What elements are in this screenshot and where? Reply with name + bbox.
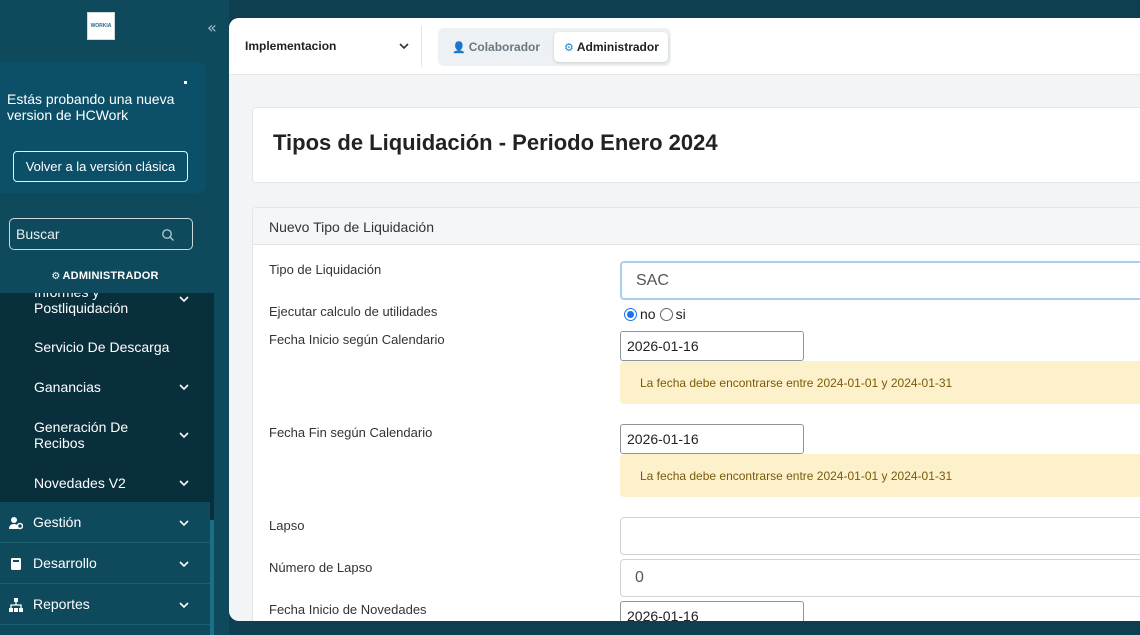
fecha-novedades-label: Fecha Inicio de Novedades — [269, 602, 427, 617]
fecha-novedades-input[interactable]: 2026-01-16 — [620, 601, 804, 621]
gear-icon: ⚙ — [51, 271, 61, 282]
form-title: Nuevo Tipo de Liquidación — [269, 219, 435, 235]
user-icon: 👤 — [452, 40, 466, 54]
chevron-down-icon[interactable] — [178, 517, 190, 529]
new-version-notice: Estás probando una nueva version de HCWo… — [0, 62, 206, 193]
tipo-liquidacion-select[interactable]: SAC — [620, 261, 1140, 300]
numero-lapso-label: Número de Lapso — [269, 560, 373, 575]
lapso-label: Lapso — [269, 518, 305, 533]
environment-select[interactable]: Implementacion — [245, 39, 336, 53]
classic-version-button[interactable]: Volver a la versión clásica — [13, 151, 188, 182]
fecha-inicio-warning: La fecha debe encontrarse entre 2024-01-… — [620, 361, 1140, 404]
sidebar: WORKIA « Estás probando una nueva versio… — [0, 0, 229, 635]
numero-lapso-input[interactable]: 0 — [620, 559, 1140, 597]
radio-no[interactable] — [624, 307, 637, 321]
fecha-inicio-input[interactable]: 2026-01-16 — [620, 331, 804, 361]
tipo-label: Tipo de Liquidación — [269, 262, 382, 277]
submenu-item-label: Informes y Postliquidación — [34, 293, 129, 316]
radio-no-label: no — [640, 306, 656, 322]
submenu-item-descarga[interactable]: Servicio De Descarga — [34, 339, 210, 355]
sidebar-item-gestion[interactable]: Gestión — [0, 502, 210, 543]
submenu: Informes y Postliquidación Servicio De D… — [0, 293, 210, 502]
submenu-item-label: Servicio De Descarga — [34, 339, 170, 355]
role-text: ADMINISTRADOR — [62, 270, 159, 282]
tab-label: Colaborador — [468, 40, 541, 54]
form-header: Nuevo Tipo de Liquidación — [253, 208, 1140, 245]
notice-text: Estás probando una nueva version de HCWo… — [7, 91, 175, 123]
sidebar-item-label: Desarrollo — [33, 555, 97, 571]
chevron-down-icon[interactable] — [178, 599, 190, 611]
notice-dot — [184, 81, 187, 84]
tab-colaborador[interactable]: 👤 Colaborador — [444, 33, 548, 61]
lapso-input[interactable] — [620, 517, 1140, 555]
fecha-fin-value: 2026-01-16 — [627, 431, 699, 447]
chevron-down-icon[interactable] — [178, 558, 190, 570]
book-icon — [11, 558, 21, 570]
chevron-down-icon[interactable] — [178, 477, 190, 489]
radio-si[interactable] — [659, 307, 673, 321]
submenu-item-label: Novedades V2 — [34, 475, 126, 491]
sidebar-scrollbar-thumb[interactable] — [210, 520, 214, 635]
search-placeholder: Buscar — [16, 226, 60, 242]
chevron-down-icon[interactable] — [178, 293, 190, 305]
sidebar-item-desarrollo[interactable]: Desarrollo — [0, 543, 210, 584]
fecha-novedades-value: 2026-01-16 — [627, 608, 699, 621]
user-gear-icon — [9, 517, 23, 530]
form-card: Nuevo Tipo de Liquidación Tipo de Liquid… — [252, 207, 1140, 621]
sidebar-item-reportes[interactable]: Reportes — [0, 584, 210, 625]
logo-text: WORKIA — [90, 23, 112, 29]
fecha-fin-label: Fecha Fin según Calendario — [269, 425, 433, 440]
tipo-value: SAC — [636, 271, 669, 289]
app-logo[interactable]: WORKIA — [87, 12, 115, 40]
collapse-sidebar-icon[interactable]: « — [207, 18, 217, 37]
tab-label: Administrador — [576, 40, 659, 54]
role-switcher: 👤 Colaborador ⚙ Administrador — [438, 28, 671, 66]
sitemap-icon — [9, 598, 23, 612]
radio-si-label: si — [675, 306, 686, 322]
page-title: Tipos de Liquidación - Periodo Enero 202… — [273, 130, 718, 155]
sidebar-item-label: Reportes — [33, 596, 90, 612]
title-card: Tipos de Liquidación - Periodo Enero 202… — [252, 107, 1140, 183]
fecha-inicio-label: Fecha Inicio según Calendario — [269, 332, 445, 347]
numero-lapso-value: 0 — [635, 569, 644, 586]
submenu-item-label: Ganancias — [34, 379, 101, 395]
chevron-down-icon[interactable] — [178, 381, 190, 393]
gear-icon: ⚙ — [564, 40, 574, 54]
divider — [421, 26, 422, 67]
main-menu: Gestión Desarrollo Reportes — [0, 502, 210, 635]
fecha-inicio-value: 2026-01-16 — [627, 338, 699, 354]
chevron-down-icon[interactable] — [178, 429, 190, 441]
search-input[interactable]: Buscar — [9, 218, 193, 250]
main-panel: Implementacion 👤 Colaborador ⚙ Administrad… — [229, 18, 1140, 621]
search-icon[interactable] — [161, 228, 175, 242]
topbar: Implementacion 👤 Colaborador ⚙ Administrad… — [229, 18, 1140, 75]
chevron-down-icon[interactable] — [398, 40, 410, 52]
utilidades-radio-group: no si — [624, 306, 690, 322]
tab-administrador[interactable]: ⚙ Administrador — [554, 32, 668, 62]
sidebar-item-label: Gestión — [33, 514, 82, 530]
utilidades-label: Ejecutar calculo de utilidades — [269, 304, 438, 319]
fecha-fin-warning: La fecha debe encontrarse entre 2024-01-… — [620, 454, 1140, 497]
fecha-fin-input[interactable]: 2026-01-16 — [620, 424, 804, 454]
role-label: ⚙ ADMINISTRADOR — [0, 270, 210, 282]
submenu-item-label: Generación De Recibos — [34, 419, 129, 451]
